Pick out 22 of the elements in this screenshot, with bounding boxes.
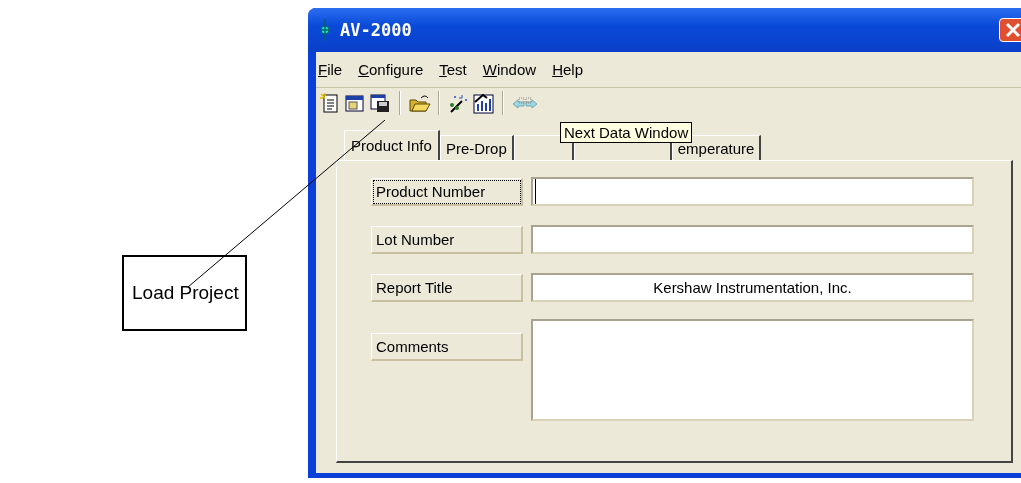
- input-field[interactable]: [531, 177, 974, 206]
- input-field[interactable]: [531, 225, 974, 254]
- field-label-button[interactable]: Product Number: [371, 178, 523, 206]
- menu-item[interactable]: Test: [439, 61, 467, 78]
- menu-item[interactable]: File: [318, 61, 343, 78]
- tab[interactable]: Product Info: [344, 130, 440, 160]
- menu-item[interactable]: Window: [482, 61, 537, 78]
- bar-chart-icon: [472, 91, 495, 115]
- callout-label: Load Project: [122, 255, 247, 331]
- app-icon: [318, 18, 332, 42]
- save-icon: [369, 91, 392, 115]
- field-label-button[interactable]: Lot Number: [371, 226, 523, 254]
- tooltip: Next Data Window: [560, 122, 693, 143]
- close-button[interactable]: [999, 18, 1021, 42]
- tab[interactable]: Pre-Drop: [439, 135, 514, 160]
- window-title: AV-2000: [340, 20, 412, 40]
- menu-item[interactable]: Configure: [358, 61, 424, 78]
- field-label-button[interactable]: Report Title: [371, 274, 523, 302]
- input-field[interactable]: Kershaw Instrumentation, Inc.: [531, 273, 974, 302]
- field-label-button[interactable]: Comments: [371, 333, 523, 361]
- menu-item[interactable]: Help: [552, 61, 583, 78]
- close-icon: [1004, 21, 1021, 39]
